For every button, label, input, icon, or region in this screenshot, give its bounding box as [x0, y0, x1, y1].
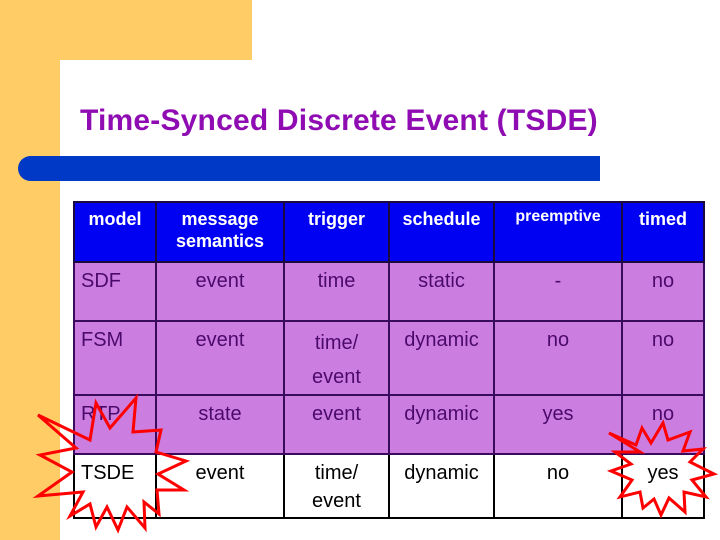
cell-preemptive: yes [493, 394, 623, 455]
cell-preemptive: no [493, 320, 623, 396]
cell-model: SDF [73, 261, 157, 322]
cell-schedule: dynamic [388, 394, 495, 455]
cell-message: state [155, 394, 285, 455]
table-row: FSM event time/ event dynamic no no [73, 320, 705, 396]
cell-timed: no [621, 261, 705, 322]
cell-model: TSDE [73, 453, 157, 519]
cell-schedule: dynamic [388, 453, 495, 519]
header-trigger: trigger [283, 201, 390, 263]
header-message-line1: message [181, 209, 259, 229]
cell-message: event [155, 320, 285, 396]
table-row: RTP state event dynamic yes no [73, 394, 705, 455]
header-message-semantics: message semantics [155, 201, 285, 263]
cell-schedule: static [388, 261, 495, 322]
cell-trigger: time/ event [283, 453, 390, 519]
cell-trigger-line2: event [312, 366, 361, 388]
cell-trigger-line1: time/ [314, 332, 359, 354]
accent-band-top [0, 0, 252, 60]
cell-model: RTP [73, 394, 157, 455]
cell-timed: no [621, 394, 705, 455]
cell-trigger: event [283, 394, 390, 455]
cell-trigger-line1: time [317, 270, 356, 292]
cell-trigger-line2: event [312, 490, 361, 512]
cell-timed: yes [621, 453, 705, 519]
cell-trigger: time [283, 261, 390, 322]
header-model: model [73, 201, 157, 263]
table-row-highlighted: TSDE event time/ event dynamic no yes [73, 453, 705, 519]
cell-preemptive: - [493, 261, 623, 322]
header-schedule: schedule [388, 201, 495, 263]
slide-title: Time-Synced Discrete Event (TSDE) [80, 104, 598, 137]
accent-band-left [0, 0, 60, 540]
cell-schedule: dynamic [388, 320, 495, 396]
cell-timed: no [621, 320, 705, 396]
cell-trigger-line1: event [312, 403, 361, 425]
cell-message: event [155, 261, 285, 322]
header-message-line2: semantics [175, 231, 265, 251]
cell-message: event [155, 453, 285, 519]
header-timed: timed [621, 201, 705, 263]
table-header-row: model message semantics trigger schedule… [73, 201, 705, 263]
header-preemptive: preemptive [493, 201, 623, 263]
comparison-table: model message semantics trigger schedule… [73, 201, 705, 519]
cell-trigger-line1: time/ [314, 462, 359, 484]
title-underline-bar [18, 156, 600, 181]
table-row: SDF event time static - no [73, 261, 705, 322]
cell-trigger: time/ event [283, 320, 390, 396]
cell-preemptive: no [493, 453, 623, 519]
cell-model: FSM [73, 320, 157, 396]
